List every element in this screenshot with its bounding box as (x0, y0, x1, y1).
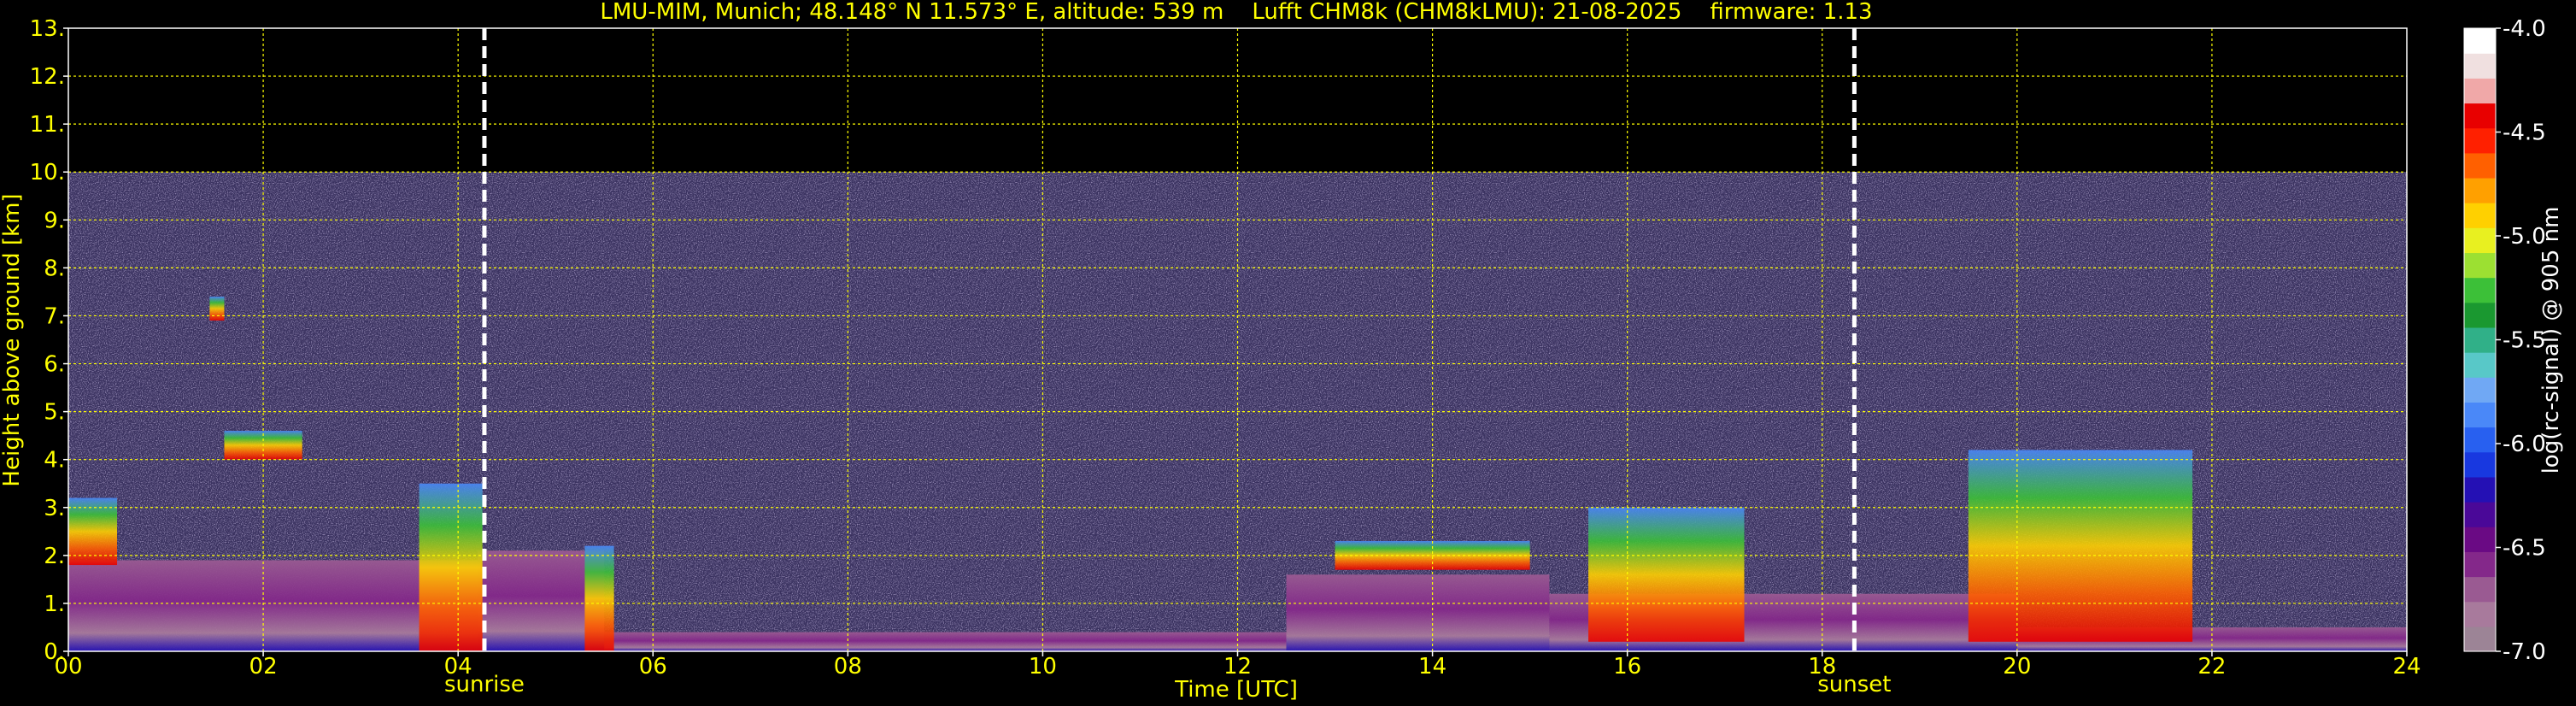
x-tick-label: 18 (1808, 654, 1836, 680)
y-tick-label: 5. (44, 400, 65, 426)
x-tick-label: 02 (249, 654, 278, 680)
colorbar-swatch (2464, 402, 2496, 428)
cloud-segment-3 (419, 483, 483, 651)
plot-area: sunrise sunset (67, 27, 2408, 697)
y-tick-label: 6. (44, 352, 65, 378)
colorbar-swatch (2464, 177, 2496, 203)
x-tick-label: 16 (1613, 654, 1641, 680)
y-axis-ticks: 0. 1. 2. 3. 4. 5. 6. 7. 8. 9. 10. 11. 12. 13. (30, 16, 68, 665)
y-tick-label: 10. (30, 160, 65, 185)
colorbar-swatch (2464, 502, 2496, 527)
x-tick-label: 14 (1418, 654, 1446, 680)
colorbar-swatch (2464, 551, 2496, 578)
colorbar-swatch (2464, 377, 2496, 403)
colorbar-swatch (2464, 203, 2496, 228)
x-tick-label: 20 (2003, 654, 2031, 680)
y-tick-label: 8. (44, 256, 65, 281)
colorbar-swatch (2464, 227, 2496, 254)
y-axis-label: Height above ground [km] (0, 193, 25, 486)
colorbar-swatch (2464, 152, 2496, 179)
colorbar-swatch (2464, 53, 2496, 79)
cloud-segment-2 (209, 297, 225, 321)
cloud-segment-6 (1588, 507, 1745, 642)
colorbar-tick-label: -4.0 (2503, 16, 2546, 42)
colorbar-label: log(rc-signal) @ 905 nm (2538, 207, 2564, 474)
x-tick-label: 10 (1029, 654, 1057, 680)
colorbar: -4.0-4.5-5.0-5.5-6.0-6.5-7.0 (2463, 16, 2546, 665)
y-tick-label: 3. (44, 496, 65, 521)
boundary-layer-segment-0 (68, 560, 478, 651)
x-tick-label: 04 (444, 654, 472, 680)
colorbar-swatch (2464, 527, 2496, 552)
colorbar-swatch (2464, 252, 2496, 279)
colorbar-swatch (2464, 451, 2496, 478)
cloud-segment-4 (584, 545, 614, 651)
colorbar-swatch (2464, 103, 2496, 129)
x-axis-label: Time [UTC] (1174, 677, 1298, 703)
y-tick-label: 1. (44, 591, 65, 617)
colorbar-swatch (2464, 302, 2496, 328)
colorbar-swatch (2464, 277, 2496, 303)
x-tick-label: 06 (639, 654, 667, 680)
colorbar-swatch (2464, 327, 2496, 353)
cloud-segment-7 (1968, 450, 2193, 642)
boundary-layer-segment-3 (1286, 574, 1550, 651)
colorbar-swatch (2464, 352, 2496, 378)
y-tick-label: 12. (30, 64, 65, 90)
y-tick-label: 4. (44, 448, 65, 474)
colorbar-swatch (2464, 427, 2496, 453)
colorbar-swatch (2464, 476, 2496, 503)
y-tick-label: 13. (30, 16, 65, 42)
colorbar-swatch (2464, 626, 2496, 652)
y-tick-label: 7. (44, 303, 65, 329)
ceilometer-chart: sunrise sunset 00 02 04 06 08 10 12 14 16 18 20 22 24… (0, 0, 2564, 703)
colorbar-swatch (2464, 576, 2496, 603)
x-tick-label: 22 (2198, 654, 2226, 680)
colorbar-tick-label: -7.0 (2503, 639, 2546, 665)
boundary-layer-segment-2 (604, 632, 1287, 651)
colorbar-swatch (2464, 78, 2496, 104)
colorbar-swatch (2464, 28, 2496, 54)
colorbar-swatch (2464, 601, 2496, 627)
x-tick-label: 12 (1223, 654, 1252, 680)
x-tick-label: 08 (834, 654, 862, 680)
y-tick-label: 0. (44, 639, 65, 665)
y-tick-label: 9. (44, 208, 65, 233)
y-tick-label: 2. (44, 544, 65, 569)
colorbar-swatch (2464, 127, 2496, 154)
y-tick-label: 11. (30, 112, 65, 138)
colorbar-tick-label: -4.5 (2503, 121, 2546, 146)
colorbar-tick-label: -6.5 (2503, 536, 2546, 562)
x-tick-label: 24 (2392, 654, 2421, 680)
chart-title: LMU-MIM, Munich; 48.148° N 11.573° E, al… (600, 0, 1872, 25)
x-axis-ticks: 00 02 04 06 08 10 12 14 16 18 20 22 24 (54, 651, 2421, 680)
